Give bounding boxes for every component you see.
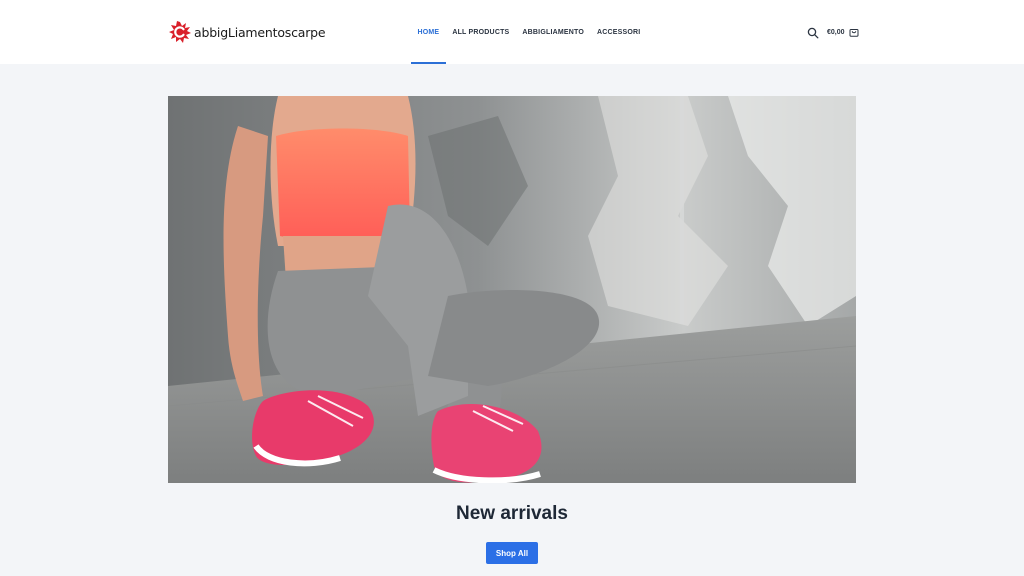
search-icon bbox=[807, 27, 819, 39]
nav-item-home[interactable]: HOME bbox=[411, 0, 446, 64]
nav-item-abbigliamento[interactable]: ABBIGLIAMENTO bbox=[516, 0, 591, 64]
hero-photo bbox=[168, 96, 856, 483]
hero-image bbox=[168, 96, 856, 483]
brand-logo-icon bbox=[169, 21, 191, 43]
site-logo[interactable]: abbigLiamentoscarpe bbox=[169, 20, 326, 44]
cart-button[interactable]: €0,00 bbox=[827, 25, 859, 39]
site-header: abbigLiamentoscarpe HOME ALL PRODUCTS AB… bbox=[0, 0, 1024, 64]
shop-all-button[interactable]: Shop All bbox=[486, 542, 538, 564]
main-navigation: HOME ALL PRODUCTS ABBIGLIAMENTO ACCESSOR… bbox=[411, 0, 647, 64]
logo-text: abbigLiamentoscarpe bbox=[194, 24, 326, 40]
section-title: New arrivals bbox=[456, 503, 568, 524]
search-button[interactable] bbox=[807, 26, 819, 39]
nav-item-accessori[interactable]: ACCESSORI bbox=[591, 0, 647, 64]
shopping-bag-icon bbox=[849, 29, 859, 37]
nav-item-all-products[interactable]: ALL PRODUCTS bbox=[446, 0, 516, 64]
cart-total: €0,00 bbox=[827, 28, 845, 36]
